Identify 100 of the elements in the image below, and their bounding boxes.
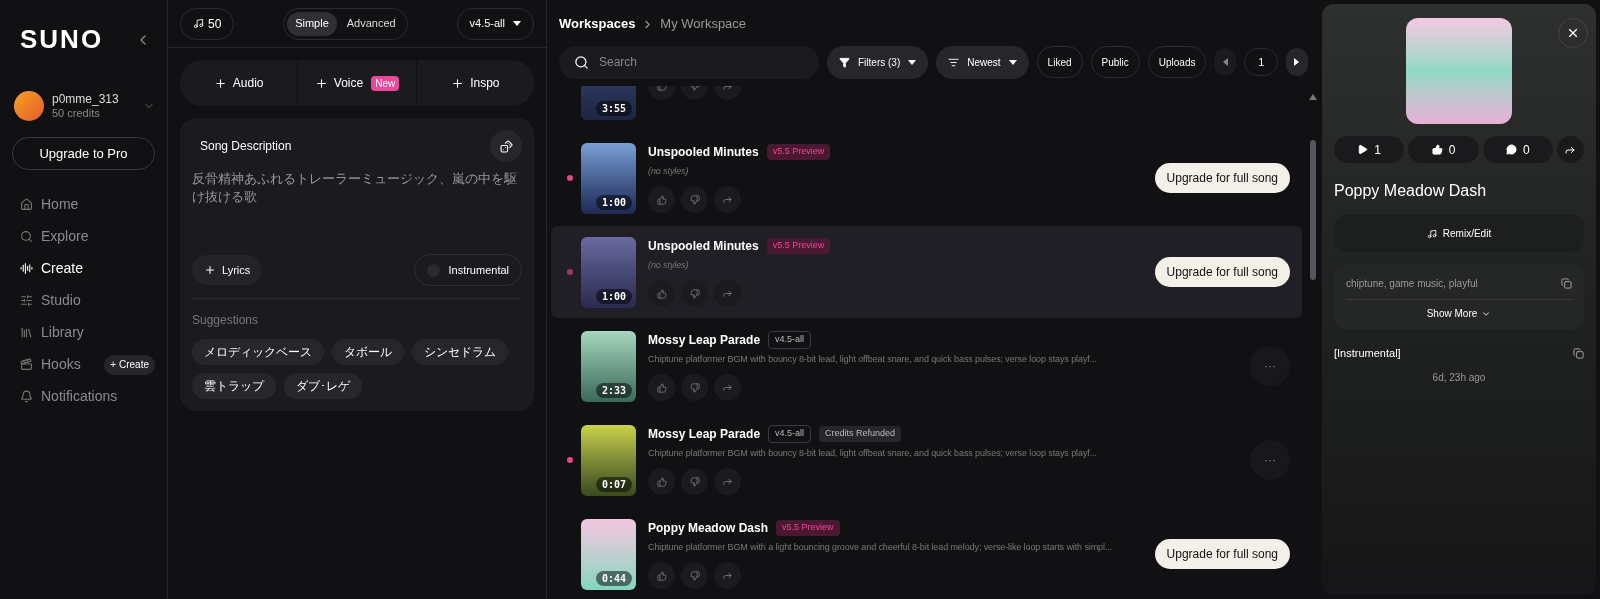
add-button[interactable]: Inspo <box>415 60 534 106</box>
song-title: Poppy Meadow Dash <box>1334 181 1488 201</box>
share-icon <box>722 382 733 394</box>
comment-count-button[interactable]: 0 <box>1482 136 1553 163</box>
music-note-icon <box>1426 228 1437 239</box>
mode-tab[interactable]: Advanced <box>338 11 404 36</box>
plus-icon <box>213 76 227 90</box>
nav-item[interactable]: Create <box>41 258 155 279</box>
cover-thumbnail[interactable]: 3:55 <box>581 86 636 120</box>
nav-item[interactable]: Library <box>41 322 155 343</box>
filters-button[interactable]: Filters (3) <box>827 45 929 79</box>
clapperboard-icon <box>20 358 33 371</box>
nav-item[interactable]: Notifications <box>41 386 155 407</box>
song-title[interactable]: Mossy Leap Parade <box>648 330 761 349</box>
description-field[interactable]: 反骨精神あふれるトレーラーミュージック、嵐の中を駆け抜ける歌 <box>192 170 522 254</box>
search-icon <box>574 54 589 70</box>
song-description: Chiptune platformer BGM with bouncy 8-bit lead, light offbeat snare, and quick bass pulses; verse loop stays playf... <box>648 352 1098 366</box>
home-icon <box>20 198 33 211</box>
like-button[interactable] <box>648 186 675 214</box>
upgrade-song-button[interactable]: Upgrade for full song <box>1154 539 1290 569</box>
song-tag: v5.5 Preview <box>766 144 831 160</box>
cover-art[interactable] <box>1406 18 1512 124</box>
duration-label: 1:00 <box>595 288 632 304</box>
like-button[interactable] <box>648 374 675 402</box>
dislike-button[interactable] <box>681 468 708 496</box>
like-count-button[interactable]: 0 <box>1408 136 1479 163</box>
song-tag: v4.5-all <box>768 425 812 443</box>
previous-page-button[interactable] <box>1214 48 1237 76</box>
nav-item[interactable]: Explore <box>41 226 155 247</box>
dice-button[interactable] <box>490 130 522 162</box>
suggestion-chip[interactable]: ダブ･レゲ <box>284 373 362 399</box>
song-title[interactable]: Unspooled Minutes <box>648 236 759 255</box>
copy-icon[interactable] <box>1561 278 1572 289</box>
thumbs-down-icon <box>689 476 700 487</box>
plus-icon <box>314 76 328 90</box>
sort-button[interactable]: Newest <box>936 45 1029 79</box>
library-icon <box>20 326 33 339</box>
nav-item[interactable]: Home <box>41 194 155 215</box>
caret-icon <box>908 59 917 65</box>
more-button[interactable]: ··· <box>1250 346 1290 386</box>
styles-text: chiptune, game music, playful <box>1346 277 1478 291</box>
cover-thumbnail[interactable]: 0:44 <box>581 518 636 590</box>
thumbs-up-icon <box>656 570 667 581</box>
song-tag: v4.5-all <box>768 331 812 349</box>
duration-label: 3:55 <box>595 100 632 116</box>
like-button[interactable] <box>648 468 675 496</box>
mode-tab[interactable]: Simple <box>287 11 337 36</box>
cover-thumbnail[interactable]: 2:33 <box>581 330 636 402</box>
play-count-button[interactable]: 1 <box>1334 136 1405 163</box>
logo[interactable]: SUNO <box>20 20 104 59</box>
search-field[interactable]: Search <box>559 45 819 79</box>
plus-icon <box>204 264 216 276</box>
suggestion-chip[interactable]: シンセドラム <box>412 339 508 365</box>
cover-thumbnail[interactable]: 1:00 <box>581 236 636 308</box>
more-button[interactable]: ··· <box>1250 440 1290 480</box>
dislike-button[interactable] <box>681 186 708 214</box>
song-title[interactable]: Mossy Leap Parade <box>648 424 761 443</box>
upgrade-song-button[interactable]: Upgrade for full song <box>1154 257 1290 287</box>
suggestion-chip[interactable]: メロディックベース <box>192 339 324 365</box>
upgrade-song-button[interactable]: Upgrade for full song <box>1154 163 1290 193</box>
cover-thumbnail[interactable]: 0:07 <box>581 424 636 496</box>
dislike-button[interactable] <box>681 562 708 590</box>
show-more-button[interactable]: Show More <box>1426 306 1492 321</box>
scroll-up-icon[interactable] <box>1309 94 1317 100</box>
remix-button[interactable]: Remix/Edit <box>1334 215 1584 252</box>
next-page-button[interactable] <box>1285 48 1308 76</box>
share-button[interactable] <box>1557 136 1584 163</box>
caret-right-icon <box>1294 58 1300 66</box>
thumbs-down-icon <box>689 194 700 205</box>
suggestion-chip[interactable]: 雲トラップ <box>192 373 276 399</box>
copy-icon[interactable] <box>1573 347 1584 359</box>
dislike-button[interactable] <box>681 280 708 308</box>
nav-item[interactable]: Studio <box>41 290 155 311</box>
like-button[interactable] <box>648 562 675 590</box>
duration-label: 0:44 <box>595 570 632 586</box>
nav-item[interactable]: Hooks <box>41 354 97 375</box>
thumbs-up-icon <box>656 288 667 299</box>
breadcrumb-link[interactable]: Workspaces <box>559 14 636 34</box>
suggestion-chip[interactable]: タボール <box>332 339 404 365</box>
create-hook-button[interactable]: + Create <box>104 354 155 375</box>
song-title[interactable]: Poppy Meadow Dash <box>648 518 769 537</box>
thumbs-up-icon <box>656 382 667 393</box>
add-button[interactable]: Audio <box>180 60 298 106</box>
thumbs-down-icon <box>689 570 700 581</box>
avatar[interactable] <box>14 91 44 121</box>
song-row[interactable]: 1:00 Unspooled Minutes v5.5 Preview (no styles) Upgrade for full song <box>551 226 1302 318</box>
share-icon <box>722 194 733 206</box>
add-button[interactable]: Voice New <box>297 60 416 106</box>
thumbs-up-icon <box>1431 144 1443 155</box>
cover-thumbnail[interactable]: 1:00 <box>581 142 636 214</box>
dislike-button[interactable] <box>681 374 708 402</box>
waveform-icon <box>20 262 33 275</box>
song-tag: v5.5 Preview <box>776 520 840 536</box>
close-icon <box>1566 26 1580 40</box>
like-button[interactable] <box>648 280 675 308</box>
lyrics-button[interactable]: Lyrics <box>192 255 263 285</box>
speech-bubble-icon <box>1505 144 1517 155</box>
song-title[interactable]: Unspooled Minutes <box>648 142 759 161</box>
scrollbar-thumb[interactable] <box>1310 140 1316 280</box>
song-description: (no styles) <box>648 164 690 178</box>
